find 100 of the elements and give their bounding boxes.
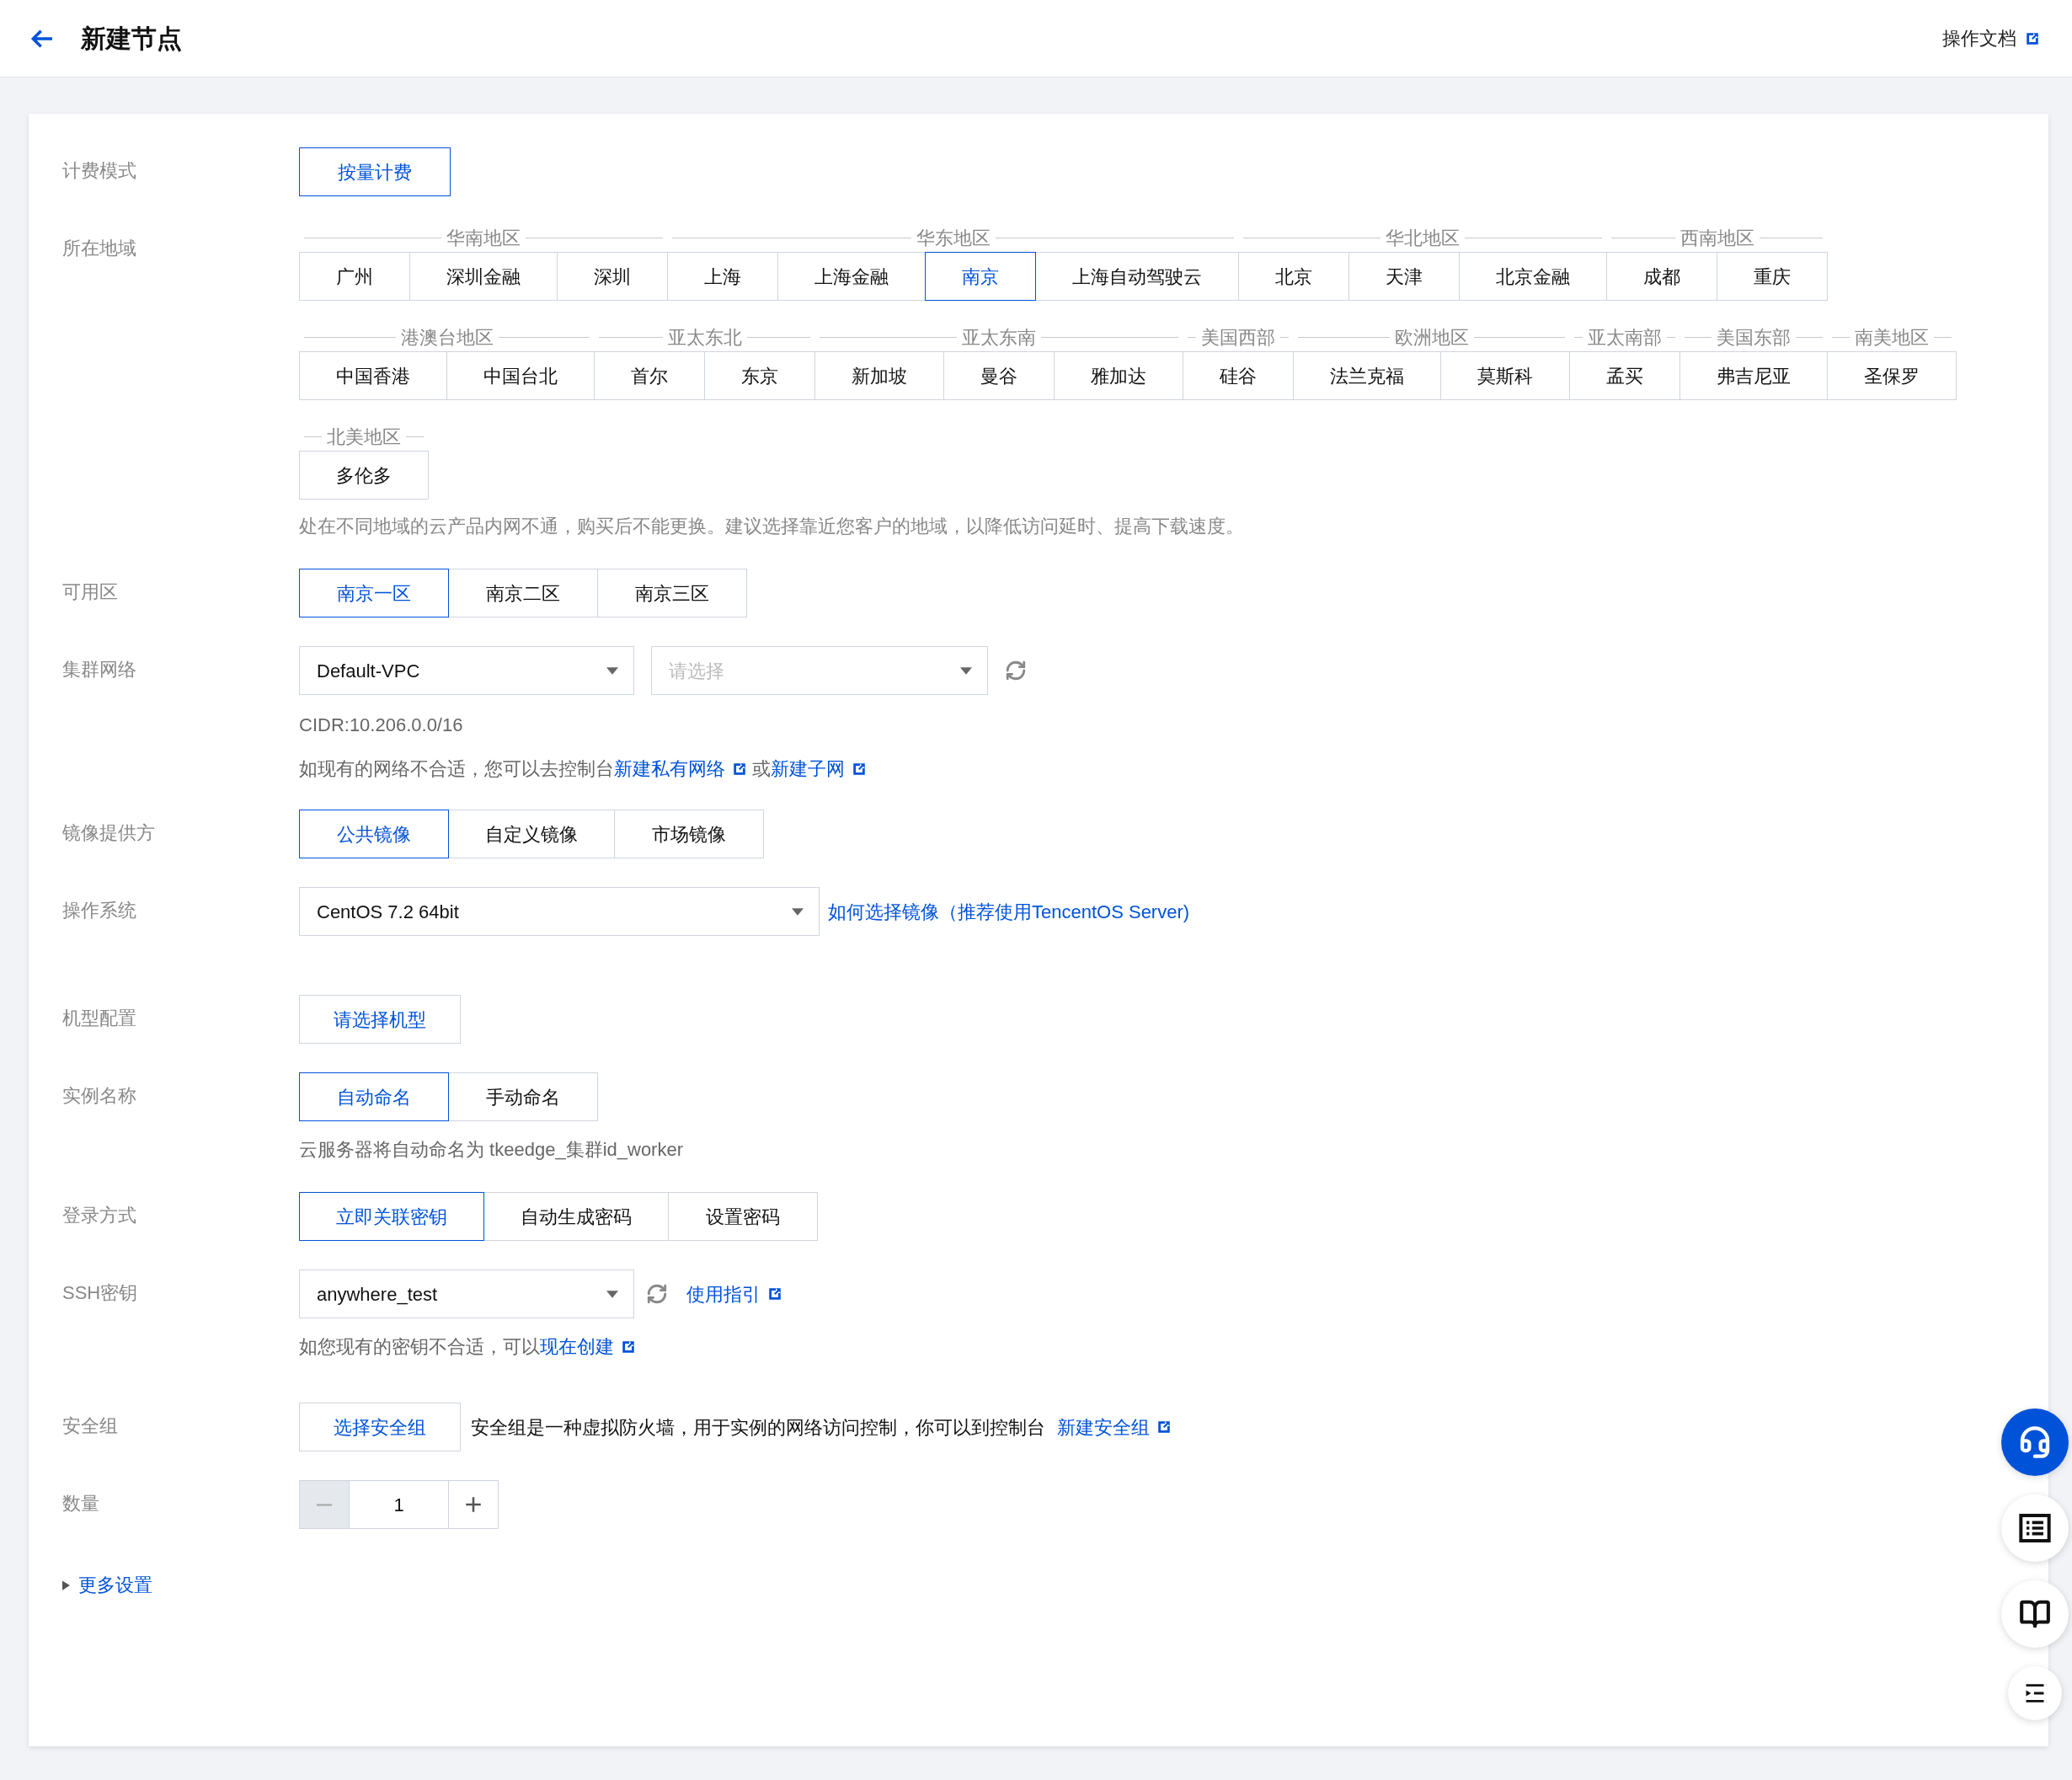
- select-machine-button[interactable]: 请选择机型: [299, 995, 461, 1044]
- region-group-label: 美国东部: [1717, 325, 1791, 350]
- field-label: 数量: [62, 1493, 99, 1514]
- field-label: 可用区: [62, 581, 118, 602]
- option-button[interactable]: 北京: [1238, 252, 1349, 301]
- external-link-icon: [1156, 1419, 1172, 1435]
- external-link-icon: [767, 1286, 782, 1302]
- option-button[interactable]: 新加坡: [814, 351, 944, 400]
- network-hint: 如现有的网络不合适，您可以去控制台: [299, 757, 614, 781]
- refresh-icon[interactable]: [646, 1283, 668, 1305]
- field-label: 镜像提供方: [62, 822, 155, 843]
- option-button[interactable]: 自动生成密码: [483, 1192, 669, 1241]
- option-button[interactable]: 重庆: [1717, 252, 1828, 301]
- option-button[interactable]: 圣保罗: [1827, 351, 1957, 400]
- option-button[interactable]: 中国香港: [299, 351, 447, 400]
- field-label: 安全组: [62, 1415, 118, 1436]
- caret-down-icon: [606, 1290, 618, 1298]
- plus-icon: [465, 1496, 482, 1513]
- region-group-label: 亚太南部: [1588, 325, 1662, 350]
- option-button[interactable]: 孟买: [1569, 351, 1680, 400]
- select-field[interactable]: Default-VPC: [299, 646, 634, 695]
- option-button[interactable]: 莫斯科: [1440, 351, 1570, 400]
- link[interactable]: 新建安全组: [1057, 1413, 1150, 1441]
- region-group-label: 港澳台地区: [400, 325, 494, 350]
- option-button[interactable]: 公共镜像: [299, 810, 449, 858]
- link[interactable]: 使用指引: [686, 1280, 761, 1308]
- image-guide-link[interactable]: 如何选择镜像（推荐使用TencentOS Server): [828, 897, 1190, 926]
- option-button[interactable]: 设置密码: [668, 1192, 818, 1241]
- option-button[interactable]: 广州: [299, 252, 410, 301]
- region-group-label: 华北地区: [1386, 226, 1460, 250]
- field-label: 机型配置: [62, 1008, 136, 1029]
- field-label: 所在地域: [62, 238, 136, 259]
- option-button[interactable]: 天津: [1348, 252, 1460, 301]
- region-group-label: 亚太东北: [667, 325, 742, 350]
- option-button[interactable]: 硅谷: [1183, 351, 1294, 400]
- option-button[interactable]: 自动命名: [299, 1072, 449, 1121]
- option-button[interactable]: 法兰克福: [1293, 351, 1441, 400]
- option-button[interactable]: 南京二区: [448, 569, 598, 617]
- region-group-label: 南美地区: [1855, 325, 1929, 350]
- ssh-hint: 如您现有的密钥不合适，可以: [299, 1335, 540, 1359]
- select-security-group-button[interactable]: 选择安全组: [299, 1403, 461, 1451]
- option-button[interactable]: 曼谷: [943, 351, 1055, 400]
- link[interactable]: 新建子网: [771, 757, 845, 781]
- option-button[interactable]: 雅加达: [1054, 351, 1183, 400]
- region-group-label: 欧洲地区: [1394, 325, 1469, 350]
- option-button[interactable]: 按量计费: [299, 147, 451, 196]
- cidr-text: CIDR:10.206.0.0/16: [299, 714, 464, 737]
- option-button[interactable]: 手动命名: [448, 1072, 598, 1121]
- external-link-icon: [852, 762, 867, 777]
- caret-right-icon[interactable]: [62, 1580, 70, 1590]
- field-label: 登录方式: [62, 1205, 136, 1226]
- option-button[interactable]: 市场镜像: [614, 810, 764, 858]
- field-label: 操作系统: [62, 900, 136, 921]
- option-button[interactable]: 自定义镜像: [448, 810, 615, 858]
- list-icon: [2018, 1511, 2052, 1545]
- option-button[interactable]: 立即关联密钥: [299, 1192, 484, 1241]
- field-label: 集群网络: [62, 659, 136, 680]
- option-button[interactable]: 南京: [925, 252, 1036, 301]
- option-button[interactable]: 深圳金融: [409, 252, 558, 301]
- option-button[interactable]: 上海: [667, 252, 778, 301]
- field-label: 计费模式: [62, 160, 136, 181]
- external-link-icon: [621, 1339, 636, 1355]
- option-button[interactable]: 弗吉尼亚: [1679, 351, 1828, 400]
- option-button[interactable]: 中国台北: [446, 351, 595, 400]
- region-group-label: 北美地区: [327, 425, 401, 449]
- option-button[interactable]: 北京金融: [1459, 252, 1607, 301]
- option-button[interactable]: 上海自动驾驶云: [1035, 252, 1239, 301]
- field-label: SSH密钥: [62, 1282, 138, 1303]
- open-book-icon: [2019, 1598, 2051, 1630]
- security-description: 安全组是一种虚拟防火墙，用于实例的网络访问控制，你可以到控制台: [471, 1415, 1045, 1440]
- option-button[interactable]: 南京三区: [597, 569, 747, 617]
- region-group-label: 华南地区: [446, 226, 521, 250]
- link[interactable]: 现在创建: [540, 1335, 614, 1359]
- select-field[interactable]: anywhere_test: [299, 1270, 634, 1318]
- option-button[interactable]: 首尔: [594, 351, 705, 400]
- minus-icon: [317, 1503, 332, 1506]
- option-button[interactable]: 深圳: [557, 252, 668, 301]
- region-group-label: 华东地区: [916, 226, 991, 250]
- external-link-icon: [2025, 30, 2040, 46]
- option-button[interactable]: 多伦多: [299, 451, 429, 500]
- field-label: 实例名称: [62, 1085, 136, 1106]
- link[interactable]: 新建私有网络: [614, 757, 725, 781]
- option-button[interactable]: 上海金融: [777, 252, 926, 301]
- option-button[interactable]: 南京一区: [299, 569, 449, 617]
- caret-down-icon: [960, 666, 972, 675]
- region-group-label: 亚太东南: [962, 325, 1036, 350]
- external-link-icon: [732, 762, 747, 777]
- option-button[interactable]: 东京: [704, 351, 815, 400]
- option-button[interactable]: 成都: [1606, 252, 1717, 301]
- region-group-label: 美国西部: [1201, 325, 1275, 350]
- refresh-icon[interactable]: [1005, 660, 1027, 682]
- caret-down-icon: [792, 907, 804, 916]
- select-field[interactable]: CentOS 7.2 64bit: [299, 887, 820, 936]
- separator-text: 或: [752, 757, 771, 781]
- region-hint: 处在不同地域的云产品内网不通，购买后不能更换。建议选择靠近您客户的地域，以降低访问延时、提高下载速度。: [299, 515, 1245, 538]
- headset-icon: [2018, 1425, 2052, 1459]
- more-settings-link[interactable]: 更多设置: [78, 1571, 152, 1599]
- page-title: 新建节点: [81, 24, 182, 54]
- doc-link[interactable]: 操作文档: [1942, 24, 2016, 52]
- indent-list-icon: [2023, 1681, 2047, 1705]
